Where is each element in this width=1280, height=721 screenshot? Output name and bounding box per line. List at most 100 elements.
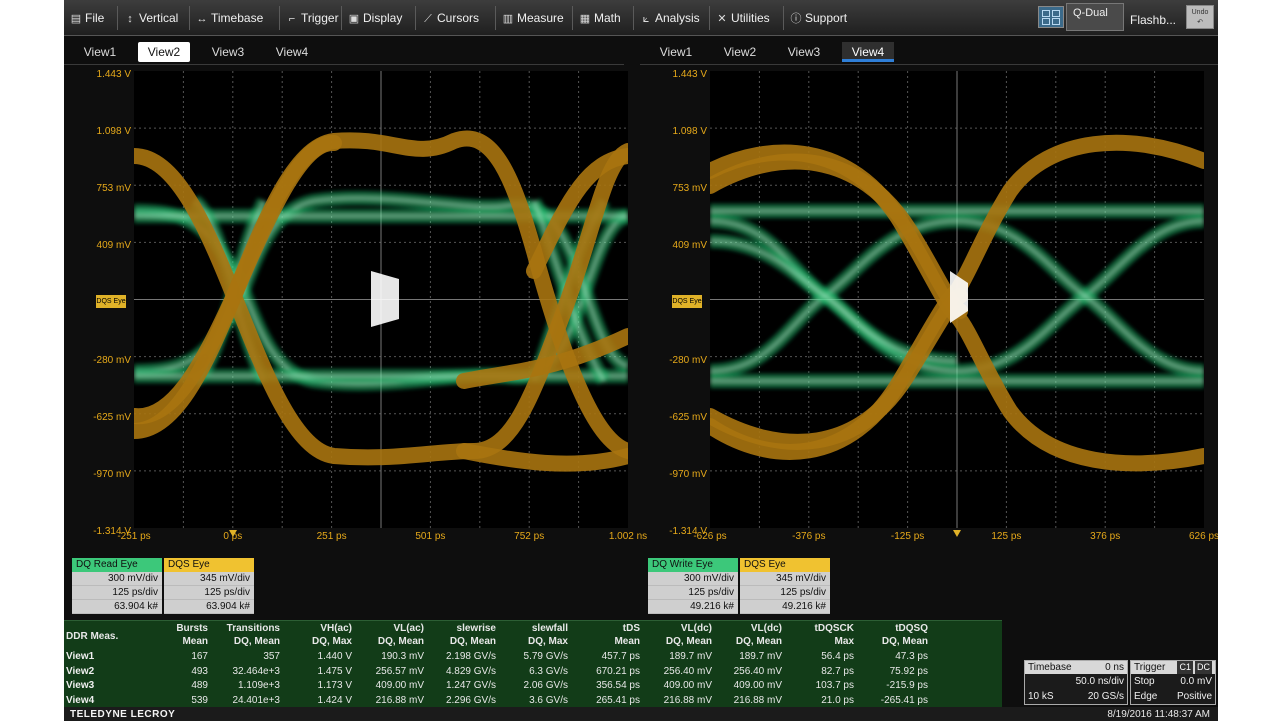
measurement-column-header[interactable]: Transitions — [210, 623, 280, 635]
vertical-arrows-icon: ↕ — [127, 13, 133, 25]
cursor-icon: ⟋ — [424, 13, 432, 25]
trigger-descriptor[interactable]: Trigger DC C1 Stop 0.0 mV Edge Positive — [1130, 660, 1216, 705]
q-dual-button[interactable]: Q-Dual — [1066, 3, 1124, 31]
flashback-button[interactable]: Flashb... — [1130, 3, 1182, 31]
measurement-cell: 489 — [191, 680, 208, 691]
menu-math[interactable]: ▦ Math — [579, 10, 621, 26]
measurement-cell: 189.7 mV — [739, 651, 782, 662]
measurement-cell: 356.54 ps — [596, 680, 640, 691]
menu-display[interactable]: ▣ Display — [348, 10, 403, 26]
trace-descriptor-dqs[interactable]: DQS Eye 345 mV/div 125 ps/div 49.216 k# — [740, 558, 830, 614]
tab-view1[interactable]: View1 — [650, 42, 702, 62]
trigger-header: Trigger DC C1 — [1131, 661, 1215, 674]
tab-view3[interactable]: View3 — [778, 42, 830, 62]
measurement-row-label: View4 — [66, 694, 95, 706]
measurement-column-subheader: DQ, Mean — [665, 636, 712, 647]
trace-descriptor-dq[interactable]: DQ Read Eye 300 mV/div 125 ps/div 63.904 k# — [72, 558, 162, 614]
math-icon: ▦ — [579, 13, 591, 25]
tab-view4[interactable]: View4 — [842, 42, 894, 62]
tab-view4[interactable]: View4 — [266, 42, 318, 62]
y-tick-label: 1.443 V — [672, 69, 707, 80]
measurement-cell: 190.3 mV — [381, 651, 424, 662]
measurement-cell: 32.464e+3 — [232, 665, 280, 677]
measurement-table-title: DDR Meas. — [66, 631, 119, 642]
measurement-cell: 6.3 GV/s — [529, 665, 568, 677]
measurement-cell: 3.6 GV/s — [529, 694, 568, 706]
measurement-cell: 5.79 GV/s — [523, 651, 568, 662]
menu-separator — [633, 6, 634, 30]
left-ref-level-marker[interactable]: DQS Eye — [96, 295, 126, 308]
eye-diagram-plot — [710, 71, 1204, 528]
measurement-cell: 1.173 V — [317, 680, 352, 691]
measurement-cell: -215.9 ps — [886, 680, 928, 691]
trigger-type: Edge — [1134, 691, 1158, 702]
measurement-column-header[interactable]: slewfall — [498, 623, 568, 635]
measurement-column-header[interactable]: tDQSCK — [784, 623, 854, 635]
right-ref-level-marker[interactable]: DQS Eye — [672, 295, 702, 308]
ddr-measurement-table: DDR Meas. Bursts Mean Transitions DQ, Mean VH… — [64, 620, 1002, 707]
trigger-icon: ⌐ — [288, 13, 296, 25]
q-dual-layout-icon[interactable] — [1038, 6, 1064, 28]
trigger-type-row: Edge Positive — [1131, 689, 1215, 704]
measurement-cell: 2.296 GV/s — [445, 694, 496, 706]
measurement-column-header[interactable]: VH(ac) — [282, 623, 352, 635]
menu-label: Display — [363, 11, 403, 25]
menu-separator — [572, 6, 573, 30]
right-eye-diagram-grid[interactable] — [710, 71, 1204, 528]
measurement-cell: 189.7 mV — [669, 651, 712, 662]
trace-descriptor-value: 125 ps/div — [72, 586, 162, 600]
left-eye-diagram-grid[interactable] — [134, 71, 628, 528]
x-tick-label: -251 ps — [117, 531, 151, 542]
y-tick-label: -280 mV — [93, 354, 131, 366]
menu-analysis[interactable]: ⟀ Analysis — [640, 10, 700, 26]
trace-descriptor-dq[interactable]: DQ Write Eye 300 mV/div 125 ps/div 49.216 k… — [648, 558, 738, 614]
x-tick-label: -626 ps — [693, 531, 727, 542]
measurement-cell: 2.198 GV/s — [445, 651, 496, 662]
measurement-cell: 82.7 ps — [821, 665, 854, 677]
menu-timebase[interactable]: ↔ Timebase — [196, 10, 264, 26]
measurement-column-header[interactable]: Bursts — [138, 623, 208, 635]
menu-label: Math — [594, 11, 621, 25]
y-tick-label: -970 mV — [93, 468, 131, 480]
undo-label: Undo — [1191, 9, 1209, 16]
tab-view2[interactable]: View2 — [138, 42, 190, 62]
tab-view2[interactable]: View2 — [714, 42, 766, 62]
y-tick-label: -625 mV — [669, 411, 707, 423]
measurement-column-header[interactable]: tDS — [570, 623, 640, 635]
measurement-column-header[interactable]: VL(ac) — [354, 623, 424, 635]
measurement-column-header[interactable]: VL(dc) — [642, 623, 712, 635]
undo-button[interactable]: Undo ↶ — [1186, 5, 1214, 29]
analysis-icon: ⟀ — [642, 13, 650, 25]
menu-trigger[interactable]: ⌐ Trigger — [286, 10, 339, 26]
measurement-cell: 409.00 mV — [733, 680, 782, 691]
tab-view1[interactable]: View1 — [74, 42, 126, 62]
measurement-cell: 409.00 mV — [663, 680, 712, 691]
menu-separator — [495, 6, 496, 30]
measurement-column-header[interactable]: slewrise — [426, 623, 496, 635]
timebase-descriptor[interactable]: Timebase 0 ns 50.0 ns/div 10 kS 20 GS/s — [1024, 660, 1128, 705]
measurement-column-subheader: DQ, Mean — [233, 636, 280, 647]
menu-separator — [189, 6, 190, 30]
trace-descriptor-dqs[interactable]: DQS Eye 345 mV/div 125 ps/div 63.904 k# — [164, 558, 254, 614]
x-tick-label: 752 ps — [514, 531, 545, 542]
measurement-cell: 457.7 ps — [601, 651, 640, 662]
measurement-column-header[interactable]: tDQSQ — [858, 623, 928, 635]
menu-support[interactable]: ⓘ Support — [790, 10, 848, 26]
measurement-column-header[interactable]: VL(dc) — [712, 623, 782, 635]
measurement-cell: -265.41 ps — [880, 694, 928, 706]
menu-vertical[interactable]: ↕ Vertical — [124, 10, 178, 26]
left-trigger-position-marker[interactable] — [229, 530, 237, 537]
measurement-row-label: View1 — [66, 651, 95, 662]
right-view-tabs: View1 View2 View3 View4 — [640, 40, 1218, 64]
menu-cursors[interactable]: ⟋ Cursors — [422, 10, 479, 26]
measurement-column-subheader: Mean — [614, 636, 640, 647]
measurement-column-subheader: DQ, Mean — [377, 636, 424, 647]
tab-view3[interactable]: View3 — [202, 42, 254, 62]
menu-file[interactable]: ▤ File — [70, 10, 105, 26]
menu-utilities[interactable]: ✕ Utilities — [716, 10, 769, 26]
menu-measure[interactable]: ▥ Measure — [502, 10, 564, 26]
right-tab-divider — [640, 64, 1218, 65]
brand-logo-text: TELEDYNE LECROY — [70, 709, 176, 720]
right-trigger-position-marker[interactable] — [953, 530, 961, 537]
y-tick-label: -280 mV — [669, 354, 707, 366]
